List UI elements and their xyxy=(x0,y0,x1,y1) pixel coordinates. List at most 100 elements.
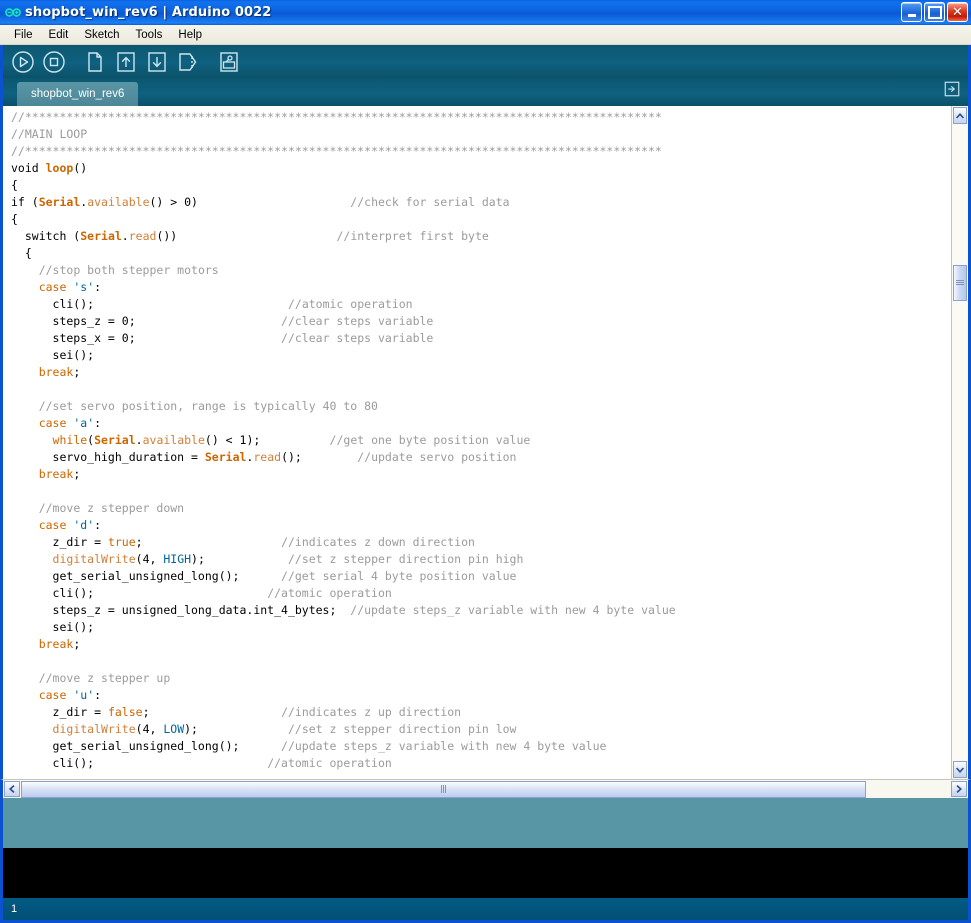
upload-button[interactable] xyxy=(175,49,201,75)
code-line: z_dir = true; //indicates z down directi… xyxy=(11,534,951,551)
code-token: { xyxy=(11,178,18,192)
code-line: sei(); xyxy=(11,347,951,364)
code-line: cli(); //atomic operation xyxy=(11,585,951,602)
code-token: z_dir = xyxy=(11,705,108,719)
code-token: break xyxy=(38,365,74,379)
code-token: //set z stepper direction pin low xyxy=(288,722,517,736)
horizontal-scroll-thumb[interactable] xyxy=(21,780,866,798)
code-token: digitalWrite xyxy=(52,552,136,566)
code-token: //**************************************… xyxy=(11,110,662,124)
menu-item-help[interactable]: Help xyxy=(170,27,210,43)
code-line: break; xyxy=(11,466,951,483)
arrow-right-box-icon-small xyxy=(943,80,961,103)
close-button[interactable]: ✕ xyxy=(947,2,968,22)
console-output[interactable] xyxy=(0,848,971,898)
scroll-right-button[interactable] xyxy=(951,781,967,797)
code-line: case 'u': xyxy=(11,687,951,704)
code-token: Serial xyxy=(80,229,122,243)
code-token: () xyxy=(73,161,88,175)
scroll-left-button[interactable] xyxy=(4,781,20,797)
code-token: if ( xyxy=(11,195,39,209)
code-token: //atomic operation xyxy=(287,297,413,311)
code-token: { xyxy=(11,212,18,226)
code-line: get_serial_unsigned_long(); //get serial… xyxy=(11,568,951,585)
new-button[interactable] xyxy=(82,49,108,75)
code-line: steps_z = 0; //clear steps variable xyxy=(11,313,951,330)
arrow-down-box-icon xyxy=(145,50,169,74)
code-token: //clear steps variable xyxy=(281,314,434,328)
tab-list-button[interactable] xyxy=(942,81,962,101)
code-line: digitalWrite(4, HIGH); //set z stepper d… xyxy=(11,551,951,568)
horizontal-scroll-track[interactable] xyxy=(21,780,950,798)
code-token: steps_x = 0; xyxy=(11,331,136,345)
menu-item-file[interactable]: File xyxy=(6,27,41,43)
code-line: //**************************************… xyxy=(11,109,951,126)
code-token: z_dir = xyxy=(11,535,108,549)
menu-item-edit[interactable]: Edit xyxy=(41,27,77,43)
code-line: if (Serial.available() > 0) //check for … xyxy=(11,194,951,211)
code-token: break xyxy=(38,467,74,481)
vertical-scrollbar[interactable] xyxy=(951,106,968,779)
stop-button[interactable] xyxy=(41,49,67,75)
code-token: case xyxy=(38,280,67,294)
title-bar: shopbot_win_rev6 | Arduino 0022 ✕ xyxy=(0,0,971,25)
save-button[interactable] xyxy=(144,49,170,75)
horizontal-scrollbar[interactable] xyxy=(0,779,971,798)
code-token: //update servo position xyxy=(357,450,517,464)
vertical-scroll-track[interactable] xyxy=(952,125,968,760)
vertical-scroll-thumb[interactable] xyxy=(953,265,967,301)
code-token: //interpret first byte xyxy=(336,229,489,243)
menu-item-tools[interactable]: Tools xyxy=(128,27,171,43)
close-icon: ✕ xyxy=(952,4,963,20)
code-token: while xyxy=(52,433,88,447)
code-line: void loop() xyxy=(11,160,951,177)
serial-monitor-button[interactable] xyxy=(216,49,242,75)
code-token: read xyxy=(128,229,157,243)
code-token: //update steps_z variable with new 4 byt… xyxy=(281,739,607,753)
code-token: //atomic operation xyxy=(267,586,392,600)
tab-shopbot-win-rev6[interactable]: shopbot_win_rev6 xyxy=(17,82,139,106)
scroll-up-button[interactable] xyxy=(953,107,967,124)
code-token: //MAIN LOOP xyxy=(11,127,88,141)
code-line: case 'd': xyxy=(11,517,951,534)
code-token: loop xyxy=(45,161,74,175)
code-line: //move z stepper down xyxy=(11,500,951,517)
tab-bar: shopbot_win_rev6 xyxy=(0,78,971,106)
code-token: 'u' xyxy=(73,688,95,702)
code-line: { xyxy=(11,245,951,262)
code-token: LOW xyxy=(163,722,185,736)
code-token: . xyxy=(121,229,129,243)
open-button[interactable] xyxy=(113,49,139,75)
verify-button[interactable] xyxy=(10,49,36,75)
menu-item-sketch[interactable]: Sketch xyxy=(76,27,127,43)
minimize-button[interactable] xyxy=(901,2,922,22)
code-line: { xyxy=(11,211,951,228)
scroll-down-button[interactable] xyxy=(953,761,967,778)
code-token: steps_z = unsigned_long_data.int_4_bytes… xyxy=(11,603,337,617)
tab-label: shopbot_win_rev6 xyxy=(31,88,125,100)
window-controls: ✕ xyxy=(901,2,968,22)
code-token: { xyxy=(11,246,32,260)
code-token: digitalWrite xyxy=(52,722,136,736)
code-token: //move z stepper up xyxy=(38,671,171,685)
code-token: available xyxy=(142,433,205,447)
status-bar: 1 xyxy=(0,898,971,923)
code-line: break; xyxy=(11,636,951,653)
code-token: //set z stepper direction pin high xyxy=(288,552,524,566)
code-token: //check for serial data xyxy=(350,195,510,209)
maximize-button[interactable] xyxy=(924,2,945,22)
stop-circle-icon xyxy=(42,50,66,74)
code-editor[interactable]: //**************************************… xyxy=(3,106,951,779)
